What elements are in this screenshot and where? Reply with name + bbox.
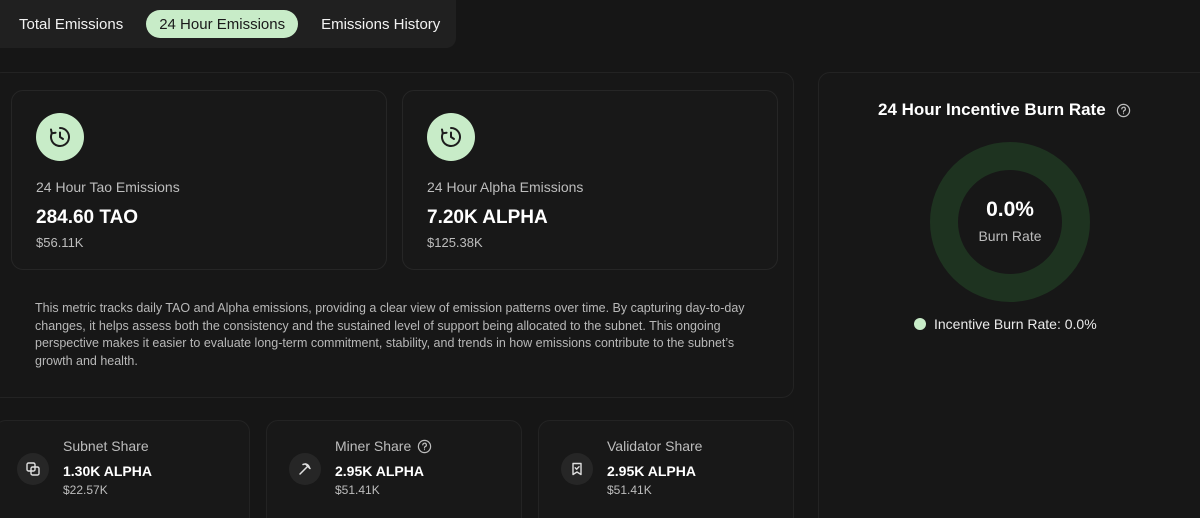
tab-emissions-history[interactable]: Emissions History — [308, 10, 453, 38]
burn-rate-value: 0.0% — [986, 198, 1034, 221]
emissions-tab-bar: Total Emissions 24 Hour Emissions Emissi… — [0, 0, 456, 48]
validator-share-card: Validator Share 2.95K ALPHA $51.41K — [538, 420, 794, 518]
pickaxe-icon — [289, 453, 321, 485]
subnet-share-card: Subnet Share 1.30K ALPHA $22.57K — [0, 420, 250, 518]
validator-share-usd: $51.41K — [607, 483, 652, 497]
tab-24-hour-emissions[interactable]: 24 Hour Emissions — [146, 10, 299, 38]
alpha-emissions-label: 24 Hour Alpha Emissions — [427, 179, 584, 195]
subnet-share-value: 1.30K ALPHA — [63, 463, 152, 479]
miner-share-value: 2.95K ALPHA — [335, 463, 424, 479]
tao-emissions-card: 24 Hour Tao Emissions 284.60 TAO $56.11K — [11, 90, 387, 270]
subnet-share-usd: $22.57K — [63, 483, 108, 497]
burn-rate-legend-text: Incentive Burn Rate: 0.0% — [934, 316, 1097, 332]
subnet-share-label-text: Subnet Share — [63, 438, 149, 454]
burn-rate-center: 0.0% Burn Rate — [930, 142, 1090, 302]
tao-emissions-usd: $56.11K — [36, 235, 84, 250]
validator-share-value: 2.95K ALPHA — [607, 463, 696, 479]
bookmark-icon — [561, 453, 593, 485]
miner-share-label-text: Miner Share — [335, 438, 412, 454]
validator-share-label-text: Validator Share — [607, 438, 703, 454]
help-icon[interactable] — [417, 439, 432, 454]
clock-icon — [427, 113, 475, 161]
burn-rate-legend: Incentive Burn Rate: 0.0% — [914, 316, 1097, 332]
miner-share-label: Miner Share — [335, 438, 432, 454]
legend-dot-icon — [914, 318, 926, 330]
alpha-emissions-value: 7.20K ALPHA — [427, 207, 548, 228]
miner-share-card: Miner Share 2.95K ALPHA $51.41K — [266, 420, 522, 518]
alpha-emissions-usd: $125.38K — [427, 235, 483, 250]
miner-share-usd: $51.41K — [335, 483, 380, 497]
alpha-emissions-card: 24 Hour Alpha Emissions 7.20K ALPHA $125… — [402, 90, 778, 270]
burn-rate-title-text: 24 Hour Incentive Burn Rate — [878, 100, 1106, 119]
validator-share-label: Validator Share — [607, 438, 702, 454]
tao-emissions-label: 24 Hour Tao Emissions — [36, 179, 180, 195]
subnet-icon — [17, 453, 49, 485]
tab-total-emissions[interactable]: Total Emissions — [6, 10, 136, 38]
burn-rate-label: Burn Rate — [978, 228, 1042, 244]
emissions-description: This metric tracks daily TAO and Alpha e… — [35, 301, 745, 368]
burn-rate-title: 24 Hour Incentive Burn Rate — [878, 100, 1131, 120]
tao-emissions-value: 284.60 TAO — [36, 207, 139, 228]
subnet-share-label: Subnet Share — [63, 438, 149, 454]
clock-icon — [36, 113, 84, 161]
help-icon[interactable] — [1116, 103, 1131, 118]
